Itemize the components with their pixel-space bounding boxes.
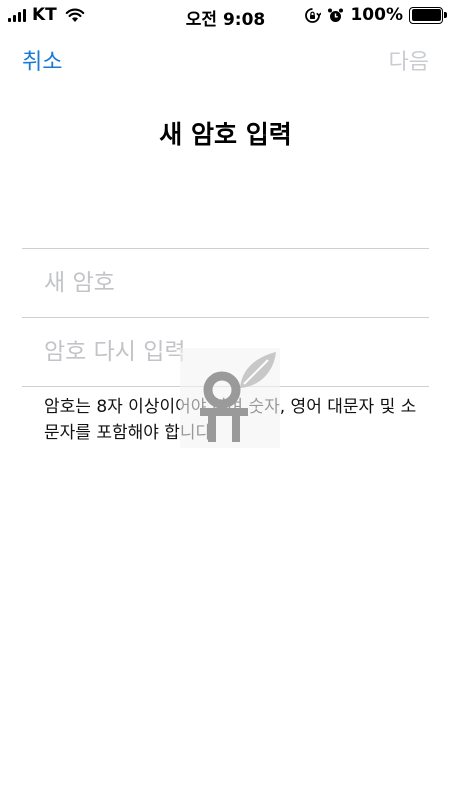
status-right: 100% <box>304 5 447 25</box>
screen: KT 오전 9:08 100% 취소 다음 새 암호 입력 암호는 8자 이상이… <box>0 0 451 800</box>
page-title: 새 암호 입력 <box>159 120 292 149</box>
battery-icon <box>409 6 447 24</box>
orientation-lock-icon <box>305 7 322 23</box>
cancel-button[interactable]: 취소 <box>22 44 62 76</box>
battery-percent: 100% <box>350 5 403 25</box>
alarm-icon <box>328 8 344 22</box>
status-bar: KT 오전 9:08 100% <box>0 0 451 32</box>
next-button[interactable]: 다음 <box>389 44 429 76</box>
watermark-logo-icon <box>180 348 280 448</box>
new-password-field[interactable] <box>22 249 429 317</box>
